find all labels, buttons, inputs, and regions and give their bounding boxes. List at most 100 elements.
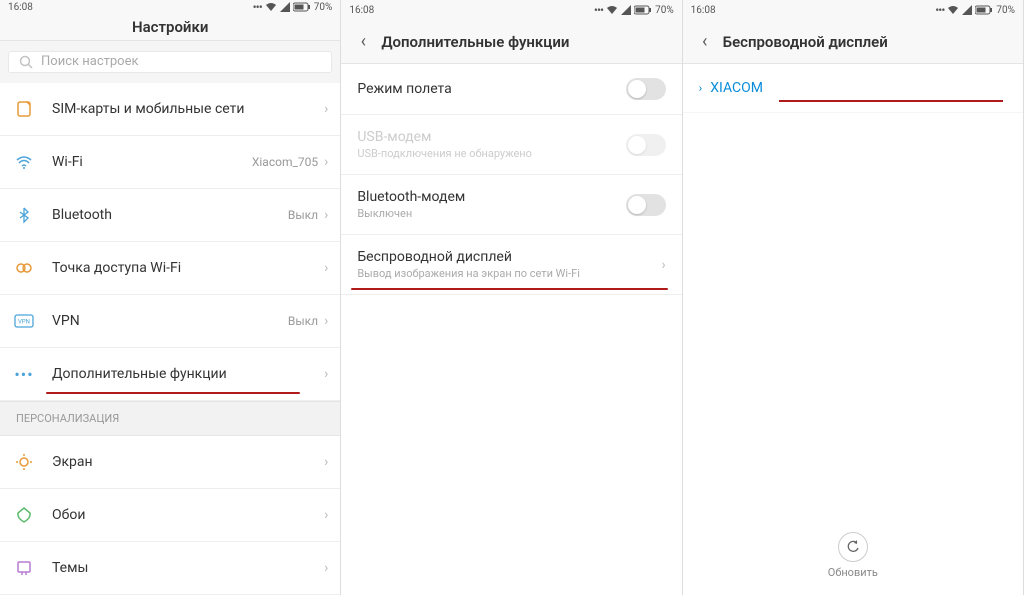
- chevron-right-icon: ›: [324, 313, 328, 329]
- wifi-icon: [15, 153, 33, 171]
- back-button[interactable]: ‹: [353, 32, 373, 52]
- row-label: Режим полета: [357, 81, 625, 97]
- header: ‹ Дополнительные функции: [341, 20, 681, 64]
- row-value: Выкл: [288, 208, 318, 222]
- highlight-underline: [779, 100, 1003, 102]
- row-bt-modem[interactable]: Bluetooth-модем Выключен: [341, 175, 681, 235]
- chevron-right-icon: ›: [324, 366, 328, 382]
- vpn-icon: VPN: [14, 314, 34, 328]
- signal-icon: [280, 2, 290, 12]
- row-sub: Выключен: [357, 207, 625, 220]
- row-label: VPN: [52, 313, 288, 329]
- row-label: Bluetooth-модем: [357, 189, 625, 205]
- refresh-icon: [846, 540, 860, 554]
- clock: 16:08: [8, 2, 33, 13]
- blank-area: [683, 113, 1023, 595]
- wifi-icon: [606, 5, 618, 15]
- bluetooth-icon: [15, 206, 33, 224]
- row-label: SIM-карты и мобильные сети: [52, 101, 324, 117]
- device-name: XIACOM: [710, 80, 763, 96]
- row-more[interactable]: ••• Дополнительные функции ›: [0, 348, 340, 401]
- header: Настройки: [0, 14, 340, 41]
- wallpaper-icon: [15, 506, 33, 524]
- battery-icon: [293, 2, 311, 12]
- page-title: Дополнительные функции: [381, 33, 569, 51]
- row-themes[interactable]: Темы ›: [0, 542, 340, 595]
- status-bar: 16:08 ••• 70%: [0, 0, 340, 14]
- more-icon: •••: [14, 365, 33, 384]
- chevron-right-icon: ›: [324, 454, 328, 470]
- row-airplane[interactable]: Режим полета: [341, 64, 681, 115]
- row-value: Выкл: [288, 314, 318, 328]
- row-sub: Вывод изображения на экран по сети Wi-Fi: [357, 267, 661, 280]
- row-usb-modem: USB-модем USB-подключения не обнаружено: [341, 115, 681, 175]
- refresh-block: Обновить: [683, 532, 1023, 579]
- signal-icon: [621, 5, 631, 15]
- hotspot-icon: [15, 259, 33, 277]
- personalization-list: Экран › Обои › Темы ›: [0, 436, 340, 595]
- row-label: Темы: [52, 560, 324, 576]
- row-wifi[interactable]: Wi-Fi Xiacom_705 ›: [0, 136, 340, 189]
- section-personalization: ПЕРСОНАЛИЗАЦИЯ: [0, 401, 340, 436]
- row-label: Wi-Fi: [52, 154, 252, 170]
- clock: 16:08: [691, 5, 716, 16]
- battery-icon: [634, 5, 652, 15]
- chevron-right-icon: ›: [661, 257, 665, 273]
- highlight-underline: [46, 392, 300, 394]
- device-row[interactable]: › XIACOM: [683, 64, 1023, 113]
- chevron-right-icon: ›: [324, 101, 328, 117]
- themes-icon: [15, 559, 33, 577]
- row-wireless-display[interactable]: Беспроводной дисплей Вывод изображения н…: [341, 235, 681, 295]
- row-label: Bluetooth: [52, 207, 288, 223]
- search-icon: [19, 55, 33, 69]
- row-label: Беспроводной дисплей: [357, 249, 661, 265]
- chevron-right-icon: ›: [324, 507, 328, 523]
- screen-settings: 16:08 ••• 70% Настройки Поиск настроек S…: [0, 0, 341, 595]
- battery-pct: 70%: [996, 5, 1015, 16]
- row-label: Обои: [52, 507, 324, 523]
- battery-pct: 70%: [655, 5, 674, 16]
- toggle-bt[interactable]: [626, 194, 666, 216]
- row-hotspot[interactable]: Точка доступа Wi-Fi ›: [0, 242, 340, 295]
- svg-text:VPN: VPN: [18, 319, 30, 326]
- more-icon: •••: [935, 3, 944, 17]
- back-button[interactable]: ‹: [695, 32, 715, 52]
- toggle-airplane[interactable]: [626, 78, 666, 100]
- page-title: Беспроводной дисплей: [723, 33, 888, 51]
- row-label: Точка доступа Wi-Fi: [52, 260, 324, 276]
- row-bluetooth[interactable]: Bluetooth Выкл ›: [0, 189, 340, 242]
- more-icon: •••: [594, 3, 603, 17]
- chevron-right-icon: ›: [324, 207, 328, 223]
- sim-icon: [15, 100, 33, 118]
- signal-icon: [962, 5, 972, 15]
- highlight-underline: [351, 288, 667, 290]
- more-icon: •••: [253, 0, 262, 14]
- status-bar: 16:08 ••• 70%: [341, 0, 681, 20]
- clock: 16:08: [349, 5, 374, 16]
- toggle-usb: [626, 134, 666, 156]
- page-title: Настройки: [132, 18, 208, 36]
- row-wallpaper[interactable]: Обои ›: [0, 489, 340, 542]
- chevron-right-icon: ›: [324, 260, 328, 276]
- row-label: USB-модем: [357, 129, 625, 145]
- header: ‹ Беспроводной дисплей: [683, 20, 1023, 64]
- battery-pct: 70%: [314, 2, 333, 13]
- chevron-right-icon: ›: [699, 81, 703, 95]
- search-placeholder: Поиск настроек: [41, 54, 139, 69]
- row-value: Xiacom_705: [252, 155, 318, 169]
- wifi-icon: [947, 5, 959, 15]
- refresh-button[interactable]: [838, 532, 868, 562]
- blank-area: [341, 295, 681, 595]
- row-vpn[interactable]: VPN VPN Выкл ›: [0, 295, 340, 348]
- wifi-icon: [265, 2, 277, 12]
- search-input[interactable]: Поиск настроек: [8, 51, 332, 73]
- display-icon: [15, 453, 33, 471]
- status-bar: 16:08 ••• 70%: [683, 0, 1023, 20]
- chevron-right-icon: ›: [324, 560, 328, 576]
- refresh-label: Обновить: [828, 566, 878, 579]
- row-sim[interactable]: SIM-карты и мобильные сети ›: [0, 83, 340, 136]
- row-label: Экран: [52, 454, 324, 470]
- screen-wireless-display: 16:08 ••• 70% ‹ Беспроводной дисплей › X…: [683, 0, 1024, 595]
- row-sub: USB-подключения не обнаружено: [357, 147, 625, 160]
- row-display[interactable]: Экран ›: [0, 436, 340, 489]
